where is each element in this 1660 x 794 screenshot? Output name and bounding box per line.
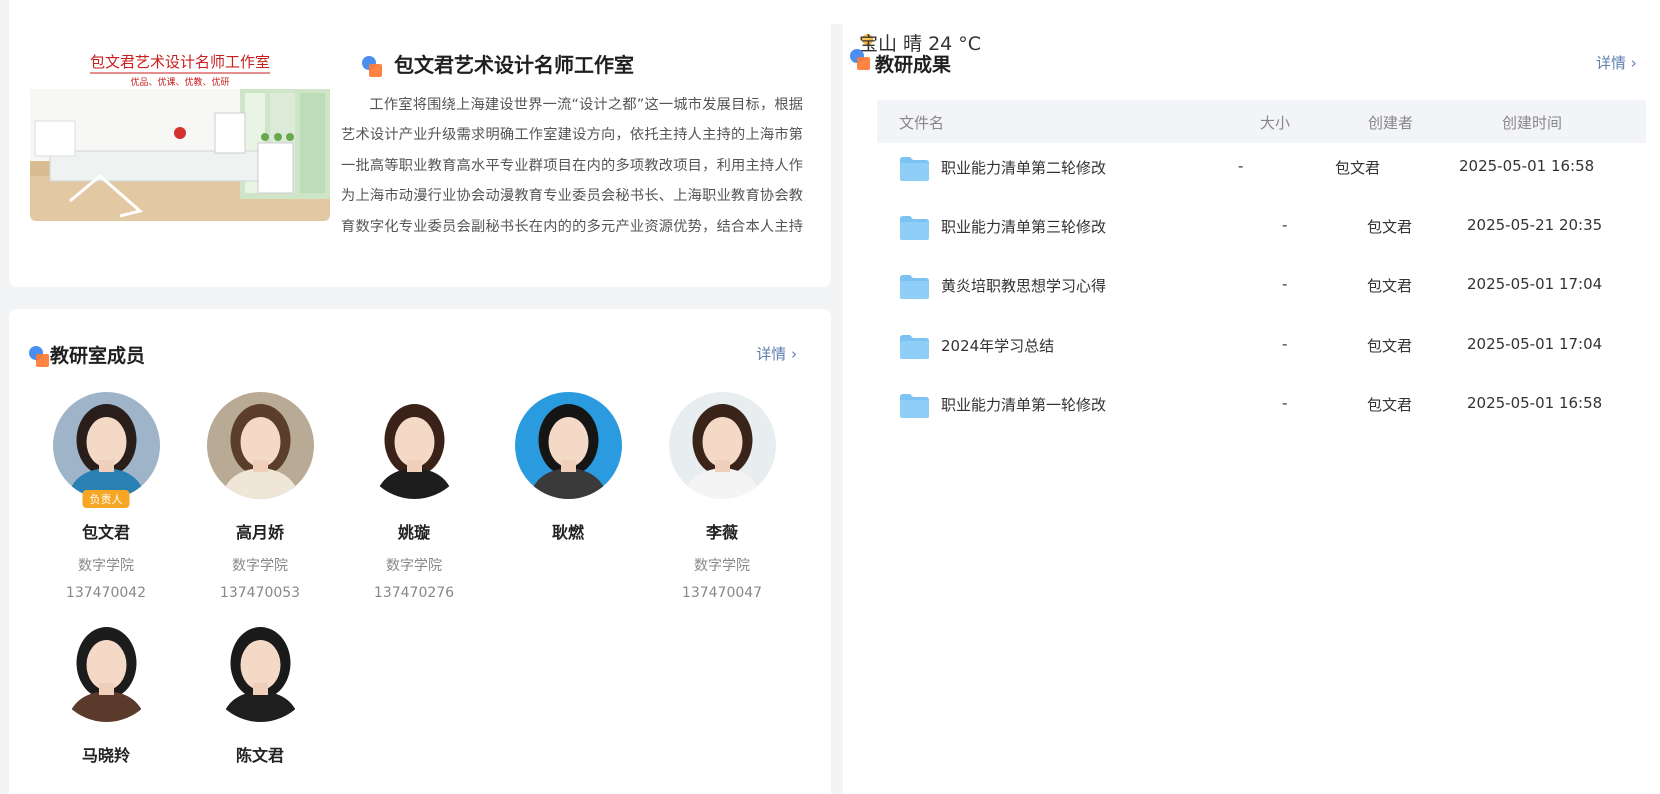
- file-size: -: [1282, 216, 1288, 234]
- member-name: 耿燃: [551, 523, 584, 542]
- file-name[interactable]: 2024年学习总结: [941, 335, 1054, 356]
- file-creator: 包文君: [1367, 337, 1413, 355]
- file-created-time: 2025-05-01 16:58: [1459, 157, 1595, 175]
- member-card[interactable]: 负责人包文君数字学院 137470042: [31, 392, 181, 601]
- results-section-title: 教研成果: [850, 49, 952, 77]
- file-size: -: [1282, 335, 1288, 353]
- section-icon: [850, 49, 872, 71]
- file-name[interactable]: 职业能力清单第二轮修改: [941, 157, 1106, 178]
- folder-icon: [900, 216, 929, 240]
- avatar[interactable]: [360, 392, 468, 499]
- member-id: 137470276: [373, 585, 455, 601]
- studio-title-text: 包文君艺术设计名师工作室: [394, 53, 634, 77]
- section-icon: [362, 55, 384, 78]
- file-creator: 包文君: [1335, 159, 1381, 177]
- table-row[interactable]: 黄炎培职教思想学习心得 - 包文君 2025-05-01 17:04: [877, 265, 1646, 305]
- member-department: 数字学院: [386, 558, 442, 574]
- avatar[interactable]: [668, 392, 776, 499]
- studio-photo-title: 包文君艺术设计名师工作室: [90, 53, 270, 71]
- results-table-header: 文件名 大小 创建者 创建时间: [877, 100, 1646, 143]
- studio-intro-card: 包文君艺术设计名师工作室 优品、优课、优教、优研 包文君艺术设计名师工作室 工作…: [9, 0, 831, 287]
- member-department: 数字学院: [232, 558, 288, 574]
- member-card[interactable]: 陈文君: [185, 615, 335, 766]
- file-created-time: 2025-05-01 17:04: [1467, 275, 1603, 293]
- column-header-creator[interactable]: 创建者: [1368, 112, 1413, 133]
- folder-icon: [900, 275, 929, 299]
- avatar[interactable]: [206, 392, 314, 499]
- member-name: 姚璇: [397, 523, 430, 542]
- studio-description: 工作室将围绕上海建设世界一流“设计之都”这一城市发展目标，根据艺术设计产业升级需…: [341, 97, 803, 235]
- table-row[interactable]: 职业能力清单第三轮修改 - 包文君 2025-05-21 20:35: [877, 206, 1646, 246]
- member-department: 数字学院: [694, 558, 750, 574]
- table-row[interactable]: 职业能力清单第一轮修改 - 包文君 2025-05-01 16:58: [877, 384, 1646, 424]
- results-detail-link[interactable]: 详情 ›: [1596, 52, 1637, 73]
- studio-photo-subtitle: 优品、优课、优教、优研: [130, 76, 229, 88]
- folder-icon: [900, 394, 929, 418]
- member-name: 陈文君: [235, 746, 284, 765]
- column-header-created-time[interactable]: 创建时间: [1502, 112, 1562, 133]
- member-card[interactable]: 高月娇数字学院 137470053: [185, 392, 335, 601]
- avatar[interactable]: [514, 392, 622, 499]
- file-size: -: [1238, 157, 1244, 175]
- leader-badge: 负责人: [82, 490, 130, 508]
- file-creator: 包文君: [1367, 218, 1413, 236]
- avatar[interactable]: [52, 392, 160, 499]
- file-created-time: 2025-05-01 16:58: [1467, 394, 1603, 412]
- studio-photo: 包文君艺术设计名师工作室 优品、优课、优教、优研: [30, 51, 330, 221]
- member-id: 137470053: [219, 585, 301, 601]
- member-card[interactable]: 姚璇数字学院 137470276: [339, 392, 489, 601]
- file-size: -: [1282, 275, 1288, 293]
- file-size: -: [1282, 394, 1288, 412]
- members-section-title: 教研室成员: [29, 341, 145, 368]
- file-created-time: 2025-05-01 17:04: [1467, 335, 1603, 353]
- member-card[interactable]: 马晓羚: [31, 615, 181, 766]
- results-title-text: 教研成果: [875, 54, 952, 76]
- file-name[interactable]: 职业能力清单第一轮修改: [941, 394, 1106, 415]
- member-department: 数字学院: [78, 558, 134, 574]
- file-name[interactable]: 黄炎培职教思想学习心得: [941, 275, 1106, 296]
- folder-icon: [900, 157, 929, 181]
- column-header-size[interactable]: 大小: [1260, 112, 1290, 133]
- top-strip: [831, 0, 1660, 24]
- member-name: 马晓羚: [81, 746, 130, 765]
- table-row[interactable]: 职业能力清单第二轮修改 - 包文君 2025-05-01 16:58: [877, 147, 1646, 187]
- studio-title: 包文君艺术设计名师工作室: [362, 49, 634, 78]
- members-title-text: 教研室成员: [50, 345, 146, 367]
- file-created-time: 2025-05-21 20:35: [1467, 216, 1603, 234]
- column-header-filename[interactable]: 文件名: [899, 112, 944, 133]
- member-id: 137470042: [65, 585, 147, 601]
- file-name[interactable]: 职业能力清单第三轮修改: [941, 216, 1106, 237]
- folder-icon: [900, 335, 929, 359]
- section-icon: [29, 345, 51, 368]
- file-creator: 包文君: [1367, 396, 1413, 414]
- members-detail-link[interactable]: 详情 ›: [756, 343, 797, 364]
- members-card: 教研室成员 详情 › 负责人包文君数字学院 137470042 高月娇数字学院 137…: [9, 309, 831, 794]
- avatar[interactable]: [206, 615, 314, 722]
- avatar[interactable]: [52, 615, 160, 722]
- member-name: 李薇: [705, 523, 738, 542]
- member-id: 137470047: [681, 585, 763, 601]
- member-name: 包文君: [81, 523, 130, 542]
- member-card[interactable]: 李薇数字学院 137470047: [647, 392, 797, 601]
- table-row[interactable]: 2024年学习总结 - 包文君 2025-05-01 17:04: [877, 325, 1646, 365]
- member-name: 高月娇: [235, 523, 284, 542]
- member-card[interactable]: 耿燃: [493, 392, 643, 543]
- file-creator: 包文君: [1367, 277, 1413, 295]
